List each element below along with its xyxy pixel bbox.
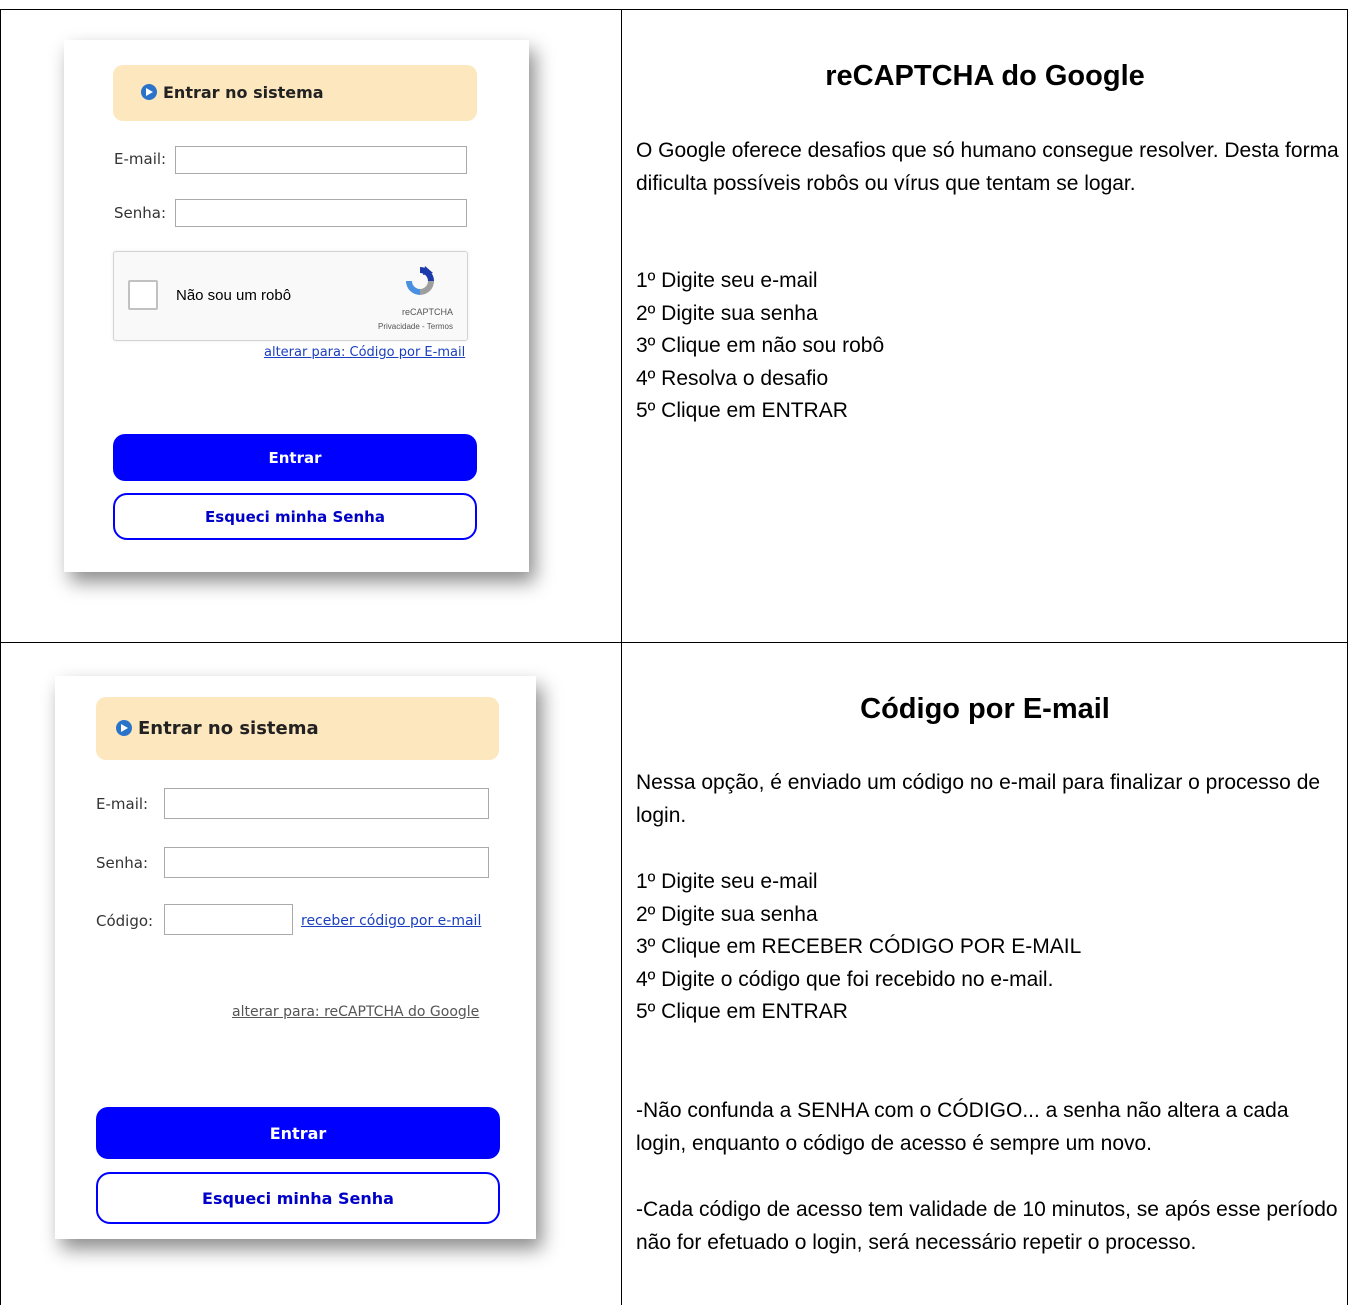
recaptcha-logo-icon: [406, 266, 434, 295]
password-input[interactable]: [164, 847, 489, 878]
entrar-button[interactable]: Entrar: [96, 1107, 500, 1159]
recaptcha-terms[interactable]: Privacidade - Termos: [378, 322, 453, 331]
section-intro: O Google oferece desafios que só humano …: [636, 139, 1339, 195]
step-item: 2º Digite sua senha: [636, 902, 818, 926]
step-item: 4º Digite o código que foi recebido no e…: [636, 967, 1054, 991]
login-header: Entrar no sistema: [96, 697, 499, 760]
section-title: Código por E-mail: [860, 693, 1110, 725]
forgot-password-button[interactable]: Esqueci minha Senha: [113, 493, 477, 540]
step-item: 4º Resolva o desafio: [636, 366, 829, 390]
step-item: 2º Digite sua senha: [636, 301, 818, 325]
email-label: E-mail:: [96, 795, 149, 813]
steps-list: 1º Digite seu e-mail 2º Digite sua senha…: [636, 265, 1336, 428]
switch-to-recaptcha-link[interactable]: alterar para: reCAPTCHA do Google: [232, 1004, 479, 1020]
step-item: 5º Clique em ENTRAR: [636, 1000, 848, 1023]
note-code-validity: -Cada código de acesso tem validade de 1…: [636, 1198, 1338, 1254]
recaptcha-widget: Não sou um robô reCAPTCHA Privacidade - …: [113, 251, 468, 341]
switch-to-email-code-link[interactable]: alterar para: Código por E-mail: [264, 345, 465, 360]
note-password-vs-code: -Não confunda a SENHA com o CÓDIGO... a …: [636, 1099, 1289, 1155]
entrar-button[interactable]: Entrar: [113, 434, 477, 481]
recaptcha-checkbox[interactable]: [128, 280, 158, 310]
forgot-password-button[interactable]: Esqueci minha Senha: [96, 1172, 500, 1224]
arrow-circle-icon: [141, 84, 157, 100]
header-title: Entrar no sistema: [138, 718, 319, 739]
email-input[interactable]: [175, 146, 467, 174]
header-title: Entrar no sistema: [163, 83, 324, 102]
step-item: 3º Clique em RECEBER CÓDIGO POR E-MAIL: [636, 935, 1082, 958]
senha-label: Senha:: [96, 854, 149, 872]
step-item: 1º Digite seu e-mail: [636, 269, 818, 292]
steps-list: 1º Digite seu e-mail 2º Digite sua senha…: [636, 866, 1341, 1029]
codigo-label: Código:: [96, 912, 154, 930]
section-title: reCAPTCHA do Google: [825, 60, 1145, 92]
login-header: Entrar no sistema: [113, 65, 477, 121]
senha-label: Senha:: [114, 204, 167, 222]
step-item: 5º Clique em ENTRAR: [636, 399, 848, 422]
recaptcha-label: Não sou um robô: [176, 287, 292, 304]
email-label: E-mail:: [114, 150, 167, 168]
receive-code-link[interactable]: receber código por e-mail: [301, 913, 481, 929]
step-item: 3º Clique em não sou robô: [636, 334, 885, 357]
email-input[interactable]: [164, 788, 489, 819]
section-intro: Nessa opção, é enviado um código no e-ma…: [636, 771, 1321, 827]
password-input[interactable]: [175, 199, 467, 227]
code-input[interactable]: [164, 904, 293, 935]
recaptcha-brand: reCAPTCHA: [401, 307, 453, 317]
arrow-circle-icon: [116, 720, 132, 736]
step-item: 1º Digite seu e-mail: [636, 870, 818, 893]
